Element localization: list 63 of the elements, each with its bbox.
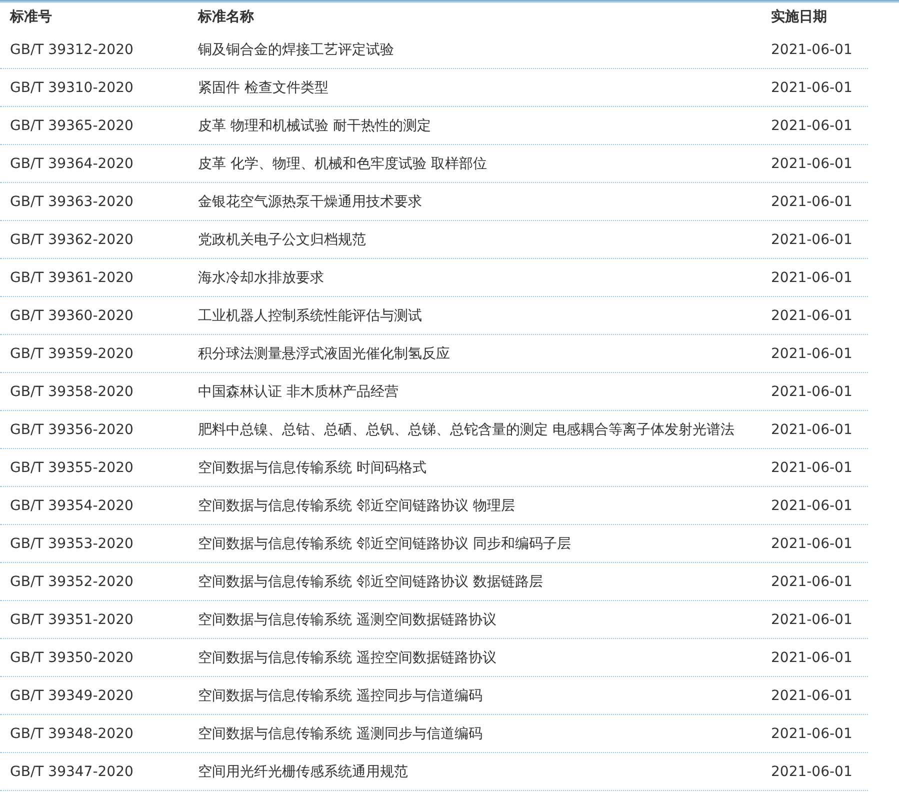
table-cell-text: GB/T 39359-2020 xyxy=(9,345,134,364)
table-cell-text: 2021-06-01 xyxy=(771,307,854,326)
table-cell-text: GB/T 39348-2020 xyxy=(9,725,134,744)
table-cell-text: 空间数据与信息传输系统 遥控空间数据链路协议 xyxy=(198,649,498,668)
table-cell-text: 空间数据与信息传输系统 时间码格式 xyxy=(198,459,428,478)
table-cell-text: 2021-06-01 xyxy=(771,725,854,744)
table-cell-text: 皮革 物理和机械试验 耐干热性的测定 xyxy=(198,117,432,136)
table-cell-text: 2021-06-01 xyxy=(771,611,854,630)
table-cell-text: 铜及铜合金的焊接工艺评定试验 xyxy=(198,41,395,60)
table-cell-text: 2021-06-01 xyxy=(771,383,854,402)
table-cell-text: 紧固件 检查文件类型 xyxy=(198,79,330,98)
table-cell-text: 空间数据与信息传输系统 遥测同步与信道编码 xyxy=(198,725,484,744)
table-cell-text: 空间数据与信息传输系统 邻近空间链路协议 物理层 xyxy=(198,497,516,516)
table-cell-text: GB/T 39351-2020 xyxy=(9,611,134,630)
table-cell-text: GB/T 39365-2020 xyxy=(9,117,134,136)
table-cell-text: GB/T 39362-2020 xyxy=(9,231,134,250)
table-cell-text: GB/T 39364-2020 xyxy=(9,155,134,174)
table-cell-text: GB/T 39350-2020 xyxy=(9,649,134,668)
table-cell-text: 2021-06-01 xyxy=(771,345,854,364)
table-cell-text: 2021-06-01 xyxy=(771,687,854,706)
table-cell-text: 海水冷却水排放要求 xyxy=(198,269,325,288)
table-cell-text: 2021-06-01 xyxy=(771,155,854,174)
table-cell-text: 2021-06-01 xyxy=(771,535,854,554)
table-cell-text: 皮革 化学、物理、机械和色牢度试验 取样部位 xyxy=(198,155,488,174)
table-cell-text: 工业机器人控制系统性能评估与测试 xyxy=(198,307,423,326)
table-cell-text: 2021-06-01 xyxy=(771,421,854,440)
table-cell-text: GB/T 39363-2020 xyxy=(9,193,134,212)
table-cell-text: GB/T 39349-2020 xyxy=(9,687,134,706)
table-cell-text: GB/T 39353-2020 xyxy=(9,535,134,554)
table-cell-text: 金银花空气源热泵干燥通用技术要求 xyxy=(198,193,423,212)
table-cell-text: 2021-06-01 xyxy=(771,497,854,516)
column-header: 实施日期 xyxy=(771,8,828,26)
table-cell-text: GB/T 39352-2020 xyxy=(9,573,134,592)
table-cell-text: GB/T 39358-2020 xyxy=(9,383,134,402)
table-cell-text: 党政机关电子公文归档规范 xyxy=(198,231,367,250)
table-cell-text: 2021-06-01 xyxy=(771,459,854,478)
table-cell-text: 2021-06-01 xyxy=(771,231,854,250)
table-cell-text: 空间用光纤光栅传感系统通用规范 xyxy=(198,763,409,782)
table-cell-text: 空间数据与信息传输系统 邻近空间链路协议 同步和编码子层 xyxy=(198,535,572,554)
table-cell-text: 2021-06-01 xyxy=(771,79,854,98)
table-cell-text: 2021-06-01 xyxy=(771,649,854,668)
table-cell-text: 肥料中总镍、总钴、总硒、总钒、总锑、总铊含量的测定 电感耦合等离子体发射光谱法 xyxy=(198,421,736,440)
table-cell-text: 积分球法测量悬浮式液固光催化制氢反应 xyxy=(198,345,451,364)
table-cell-text: GB/T 39312-2020 xyxy=(9,41,134,60)
table-cell-text: 空间数据与信息传输系统 遥控同步与信道编码 xyxy=(198,687,484,706)
table-cell-text: GB/T 39356-2020 xyxy=(9,421,134,440)
table-cell-text: 2021-06-01 xyxy=(771,573,854,592)
column-header: 标准名称 xyxy=(198,8,255,26)
table-cell-text: 中国森林认证 非木质林产品经营 xyxy=(198,383,400,402)
table-cell-text: 2021-06-01 xyxy=(771,41,854,60)
table-cell-text: GB/T 39347-2020 xyxy=(9,763,134,782)
table-cell-text: GB/T 39310-2020 xyxy=(9,79,134,98)
column-header: 标准号 xyxy=(8,8,53,26)
table-cell-text: 2021-06-01 xyxy=(771,269,854,288)
table-cell-text: GB/T 39361-2020 xyxy=(9,269,134,288)
table-cell-text: 2021-06-01 xyxy=(771,117,854,136)
table-cell-text: 2021-06-01 xyxy=(771,193,854,212)
table-cell-text: 空间数据与信息传输系统 邻近空间链路协议 数据链路层 xyxy=(198,573,544,592)
table-cell-text: GB/T 39355-2020 xyxy=(9,459,134,478)
table-cell-text: 空间数据与信息传输系统 遥测空间数据链路协议 xyxy=(198,611,498,630)
table-cell-text: GB/T 39354-2020 xyxy=(9,497,134,516)
table-cell-text: GB/T 39360-2020 xyxy=(9,307,134,326)
table-cell-text: 2021-06-01 xyxy=(771,763,854,782)
